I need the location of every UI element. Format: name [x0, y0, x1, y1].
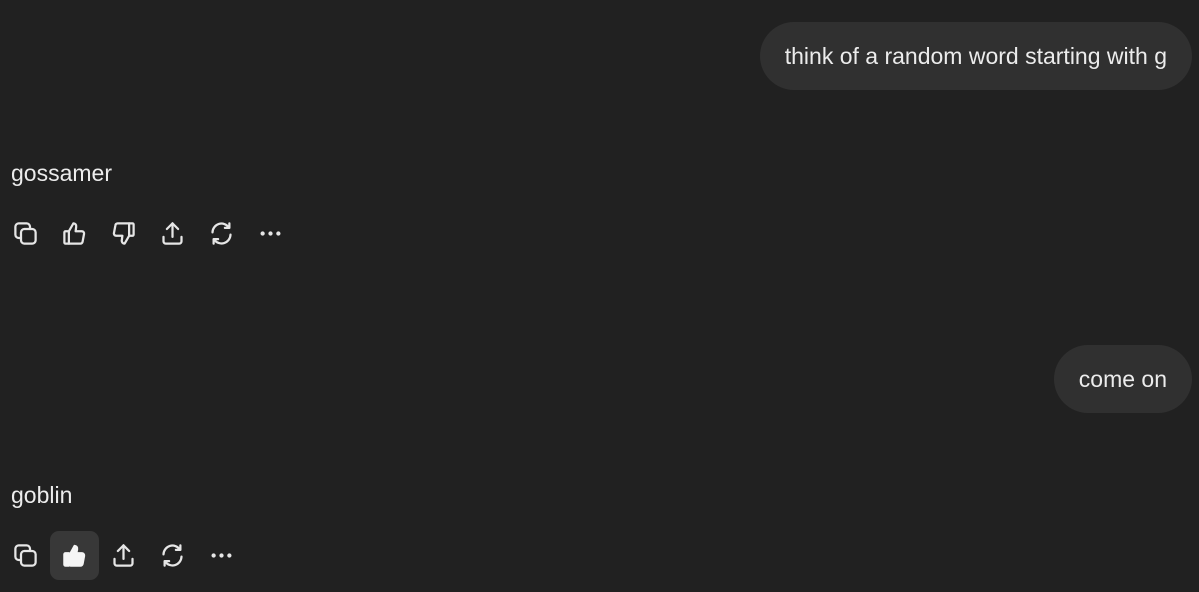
regenerate-icon: [211, 222, 232, 245]
more-icon: [260, 231, 281, 236]
thumbs-down-icon: [112, 222, 135, 245]
assistant-message: gossamer: [11, 160, 112, 186]
regenerate-icon: [162, 544, 183, 567]
more-icon: [211, 553, 232, 558]
thumbs-up-button-selected[interactable]: [50, 531, 99, 580]
chat-transcript: think of a random word starting with g g…: [0, 0, 1199, 592]
user-message-bubble: think of a random word starting with g: [759, 22, 1192, 90]
assistant-message: goblin: [11, 482, 73, 508]
thumbs-up-filled-icon: [63, 544, 86, 567]
copy-icon: [14, 222, 37, 245]
more-options-button[interactable]: [246, 209, 295, 258]
share-button[interactable]: [148, 209, 197, 258]
copy-icon: [14, 544, 37, 567]
user-message-row: think of a random word starting with g: [759, 22, 1192, 90]
share-icon: [113, 544, 134, 567]
thumbs-up-button[interactable]: [50, 209, 99, 258]
user-message-bubble: come on: [1053, 345, 1192, 413]
regenerate-button[interactable]: [197, 209, 246, 258]
copy-button[interactable]: [1, 531, 50, 580]
thumbs-up-icon: [63, 222, 86, 245]
user-message-row: come on: [1053, 345, 1192, 413]
message-actions: [1, 209, 295, 258]
regenerate-button[interactable]: [148, 531, 197, 580]
more-options-button[interactable]: [197, 531, 246, 580]
share-icon: [162, 222, 183, 245]
copy-button[interactable]: [1, 209, 50, 258]
thumbs-down-button[interactable]: [99, 209, 148, 258]
message-actions: [1, 531, 246, 580]
share-button[interactable]: [99, 531, 148, 580]
